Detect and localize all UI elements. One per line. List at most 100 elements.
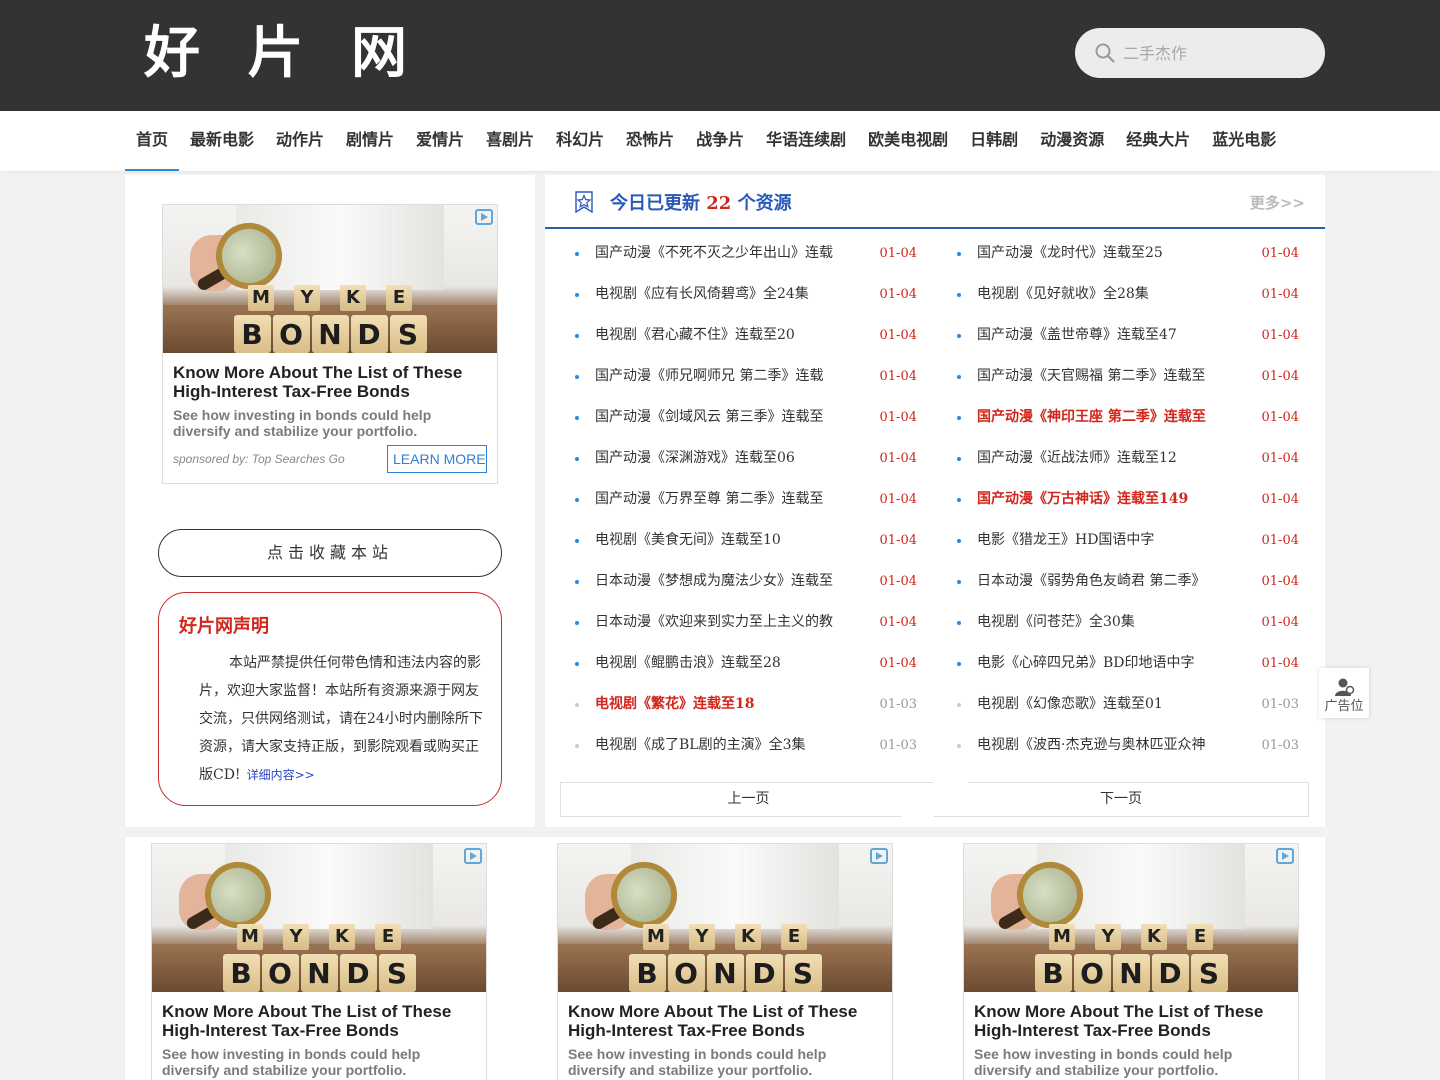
bottom-ad-strip: M Y K E B O N D S Know More About The List of The… — [125, 837, 1325, 1080]
update-item[interactable]: 电影《心碎四兄弟》BD印地语中字 01-04 — [957, 643, 1319, 684]
ad-image[interactable]: MYKE BONDS — [163, 205, 497, 353]
update-item[interactable]: 国产动漫《近战法师》连载至12 01-04 — [957, 438, 1319, 479]
adchoices-icon[interactable] — [870, 848, 888, 864]
update-item[interactable]: 日本动漫《欢迎来到实力至上主义的教 01-04 — [575, 602, 937, 643]
update-item[interactable]: 国产动漫《天官赐福 第二季》连载至 01-04 — [957, 356, 1319, 397]
update-title-link[interactable]: 国产动漫《剑域风云 第三季》连载至 — [595, 397, 855, 438]
search-icon[interactable] — [1095, 43, 1115, 63]
nav-item[interactable]: 首页 — [125, 111, 180, 171]
update-item[interactable]: 日本动漫《梦想成为魔法少女》连载至 01-04 — [575, 561, 937, 602]
learn-more-button[interactable]: LEARN MORE — [387, 445, 487, 473]
ad-title[interactable]: Know More About The List of These High-I… — [162, 1002, 476, 1040]
ad-card-bottom-2[interactable]: M Y K E B O N D S Know More About The List of The… — [557, 843, 893, 1080]
update-item[interactable]: 电视剧《幻像恋歌》连载至01 01-03 — [957, 684, 1319, 725]
update-item[interactable]: 电视剧《鲲鹏击浪》连载至28 01-04 — [575, 643, 937, 684]
update-item[interactable]: 国产动漫《盖世帝尊》连载至47 01-04 — [957, 315, 1319, 356]
update-item[interactable]: 电视剧《繁花》连载至18 01-03 — [575, 684, 937, 725]
update-title-link[interactable]: 电视剧《波西·杰克逊与奥林匹亚众神 — [977, 725, 1237, 766]
ad-card-bottom-1[interactable]: M Y K E B O N D S Know More About The List of The… — [151, 843, 487, 1080]
update-item[interactable]: 电视剧《问苍茫》全30集 01-04 — [957, 602, 1319, 643]
nav-item[interactable]: 喜剧片 — [475, 111, 545, 171]
update-item[interactable]: 国产动漫《万古神话》连载至149 01-04 — [957, 479, 1319, 520]
update-item[interactable]: 电视剧《君心藏不住》连载至20 01-04 — [575, 315, 937, 356]
disclaimer-more-link[interactable]: 详细内容>> — [247, 768, 315, 782]
update-item[interactable]: 国产动漫《师兄啊师兄 第二季》连载 01-04 — [575, 356, 937, 397]
update-title-link[interactable]: 国产动漫《不死不灭之少年出山》连载 — [595, 233, 855, 274]
ad-title[interactable]: Know More About The List of These High-I… — [974, 1002, 1288, 1040]
update-title-link[interactable]: 国产动漫《师兄啊师兄 第二季》连载 — [595, 356, 855, 397]
bullet-icon — [575, 252, 579, 256]
search-box[interactable] — [1075, 28, 1325, 78]
nav-item[interactable]: 科幻片 — [545, 111, 615, 171]
adchoices-icon[interactable] — [1276, 848, 1294, 864]
update-item[interactable]: 国产动漫《剑域风云 第三季》连载至 01-04 — [575, 397, 937, 438]
update-title-link[interactable]: 电视剧《问苍茫》全30集 — [977, 602, 1237, 643]
update-item[interactable]: 电视剧《美食无间》连载至10 01-04 — [575, 520, 937, 561]
nav-item[interactable]: 华语连续剧 — [755, 111, 857, 171]
prev-page-button[interactable]: 上一页 — [560, 782, 937, 817]
update-date: 01-04 — [879, 574, 917, 589]
adchoices-icon[interactable] — [475, 209, 493, 225]
update-title-link[interactable]: 国产动漫《近战法师》连载至12 — [977, 438, 1237, 479]
update-item[interactable]: 国产动漫《龙时代》连载至25 01-04 — [957, 233, 1319, 274]
update-item[interactable]: 国产动漫《神印王座 第二季》连载至 01-04 — [957, 397, 1319, 438]
update-item[interactable]: 电视剧《见好就收》全28集 01-04 — [957, 274, 1319, 315]
nav-item[interactable]: 最新电影 — [179, 111, 265, 171]
update-title-link[interactable]: 电视剧《应有长风倚碧鸢》全24集 — [595, 274, 855, 315]
search-input[interactable] — [1123, 40, 1308, 66]
nav-item[interactable]: 动作片 — [265, 111, 335, 171]
bullet-icon — [957, 252, 961, 256]
ad-image[interactable]: MYKE BONDS — [152, 844, 486, 992]
update-item[interactable]: 日本动漫《弱势角色友崎君 第二季》 01-04 — [957, 561, 1319, 602]
bookmark-site-button[interactable]: 点击收藏本站 — [158, 529, 502, 577]
update-title-link[interactable]: 国产动漫《万古神话》连载至149 — [977, 479, 1237, 520]
update-item[interactable]: 国产动漫《万界至尊 第二季》连载至 01-04 — [575, 479, 937, 520]
adchoices-icon[interactable] — [464, 848, 482, 864]
update-title-link[interactable]: 电视剧《见好就收》全28集 — [977, 274, 1237, 315]
update-title-link[interactable]: 国产动漫《深渊游戏》连载至06 — [595, 438, 855, 479]
next-page-button[interactable]: 下一页 — [933, 782, 1309, 817]
update-title-link[interactable]: 电视剧《成了BL剧的主演》全3集 — [595, 725, 855, 766]
bullet-icon — [575, 744, 579, 748]
update-title-link[interactable]: 国产动漫《天官赐福 第二季》连载至 — [977, 356, 1237, 397]
site-logo[interactable]: 好 片 网 — [144, 22, 421, 86]
update-title-link[interactable]: 国产动漫《龙时代》连载至25 — [977, 233, 1237, 274]
update-title-link[interactable]: 电影《心碎四兄弟》BD印地语中字 — [977, 643, 1237, 684]
update-title-link[interactable]: 电视剧《繁花》连载至18 — [595, 684, 855, 725]
update-title-link[interactable]: 国产动漫《万界至尊 第二季》连载至 — [595, 479, 855, 520]
update-title-link[interactable]: 电视剧《幻像恋歌》连载至01 — [977, 684, 1237, 725]
ad-image[interactable]: MYKE BONDS — [558, 844, 892, 992]
nav-item[interactable]: 日韩剧 — [959, 111, 1029, 171]
nav-item[interactable]: 剧情片 — [335, 111, 405, 171]
update-title-link[interactable]: 日本动漫《欢迎来到实力至上主义的教 — [595, 602, 855, 643]
update-item[interactable]: 电视剧《成了BL剧的主演》全3集 01-03 — [575, 725, 937, 766]
ad-card-bottom-3[interactable]: M Y K E B O N D S Know More About The List of The… — [963, 843, 1299, 1080]
more-link[interactable]: 更多>> — [1250, 192, 1305, 213]
ad-card-sidebar[interactable]: M Y K E B O N D S Know More About The List of The… — [162, 204, 498, 484]
ad-image[interactable]: MYKE BONDS — [964, 844, 1298, 992]
ad-title[interactable]: Know More About The List of These High-I… — [568, 1002, 882, 1040]
update-item[interactable]: 电视剧《波西·杰克逊与奥林匹亚众神 01-03 — [957, 725, 1319, 766]
update-item[interactable]: 电影《猎龙王》HD国语中字 01-04 — [957, 520, 1319, 561]
ad-image-upper-cubes: MYKE — [152, 924, 486, 950]
update-item[interactable]: 国产动漫《深渊游戏》连载至06 01-04 — [575, 438, 937, 479]
update-title-link[interactable]: 国产动漫《盖世帝尊》连载至47 — [977, 315, 1237, 356]
update-title-link[interactable]: 国产动漫《神印王座 第二季》连载至 — [977, 397, 1237, 438]
nav-item[interactable]: 经典大片 — [1115, 111, 1201, 171]
update-title-link[interactable]: 电视剧《鲲鹏击浪》连载至28 — [595, 643, 855, 684]
floating-ad-button[interactable]: 广告位 — [1319, 668, 1369, 718]
update-item[interactable]: 电视剧《应有长风倚碧鸢》全24集 01-04 — [575, 274, 937, 315]
update-title-link[interactable]: 电影《猎龙王》HD国语中字 — [977, 520, 1237, 561]
ad-title[interactable]: Know More About The List of These High-I… — [173, 363, 487, 401]
nav-item[interactable]: 战争片 — [685, 111, 755, 171]
nav-item[interactable]: 动漫资源 — [1029, 111, 1115, 171]
nav-item[interactable]: 蓝光电影 — [1201, 111, 1287, 171]
update-title-link[interactable]: 日本动漫《梦想成为魔法少女》连载至 — [595, 561, 855, 602]
nav-item[interactable]: 爱情片 — [405, 111, 475, 171]
update-title-link[interactable]: 电视剧《君心藏不住》连载至20 — [595, 315, 855, 356]
nav-item[interactable]: 欧美电视剧 — [857, 111, 959, 171]
update-item[interactable]: 国产动漫《不死不灭之少年出山》连载 01-04 — [575, 233, 937, 274]
nav-item[interactable]: 恐怖片 — [615, 111, 685, 171]
update-title-link[interactable]: 电视剧《美食无间》连载至10 — [595, 520, 855, 561]
update-title-link[interactable]: 日本动漫《弱势角色友崎君 第二季》 — [977, 561, 1237, 602]
